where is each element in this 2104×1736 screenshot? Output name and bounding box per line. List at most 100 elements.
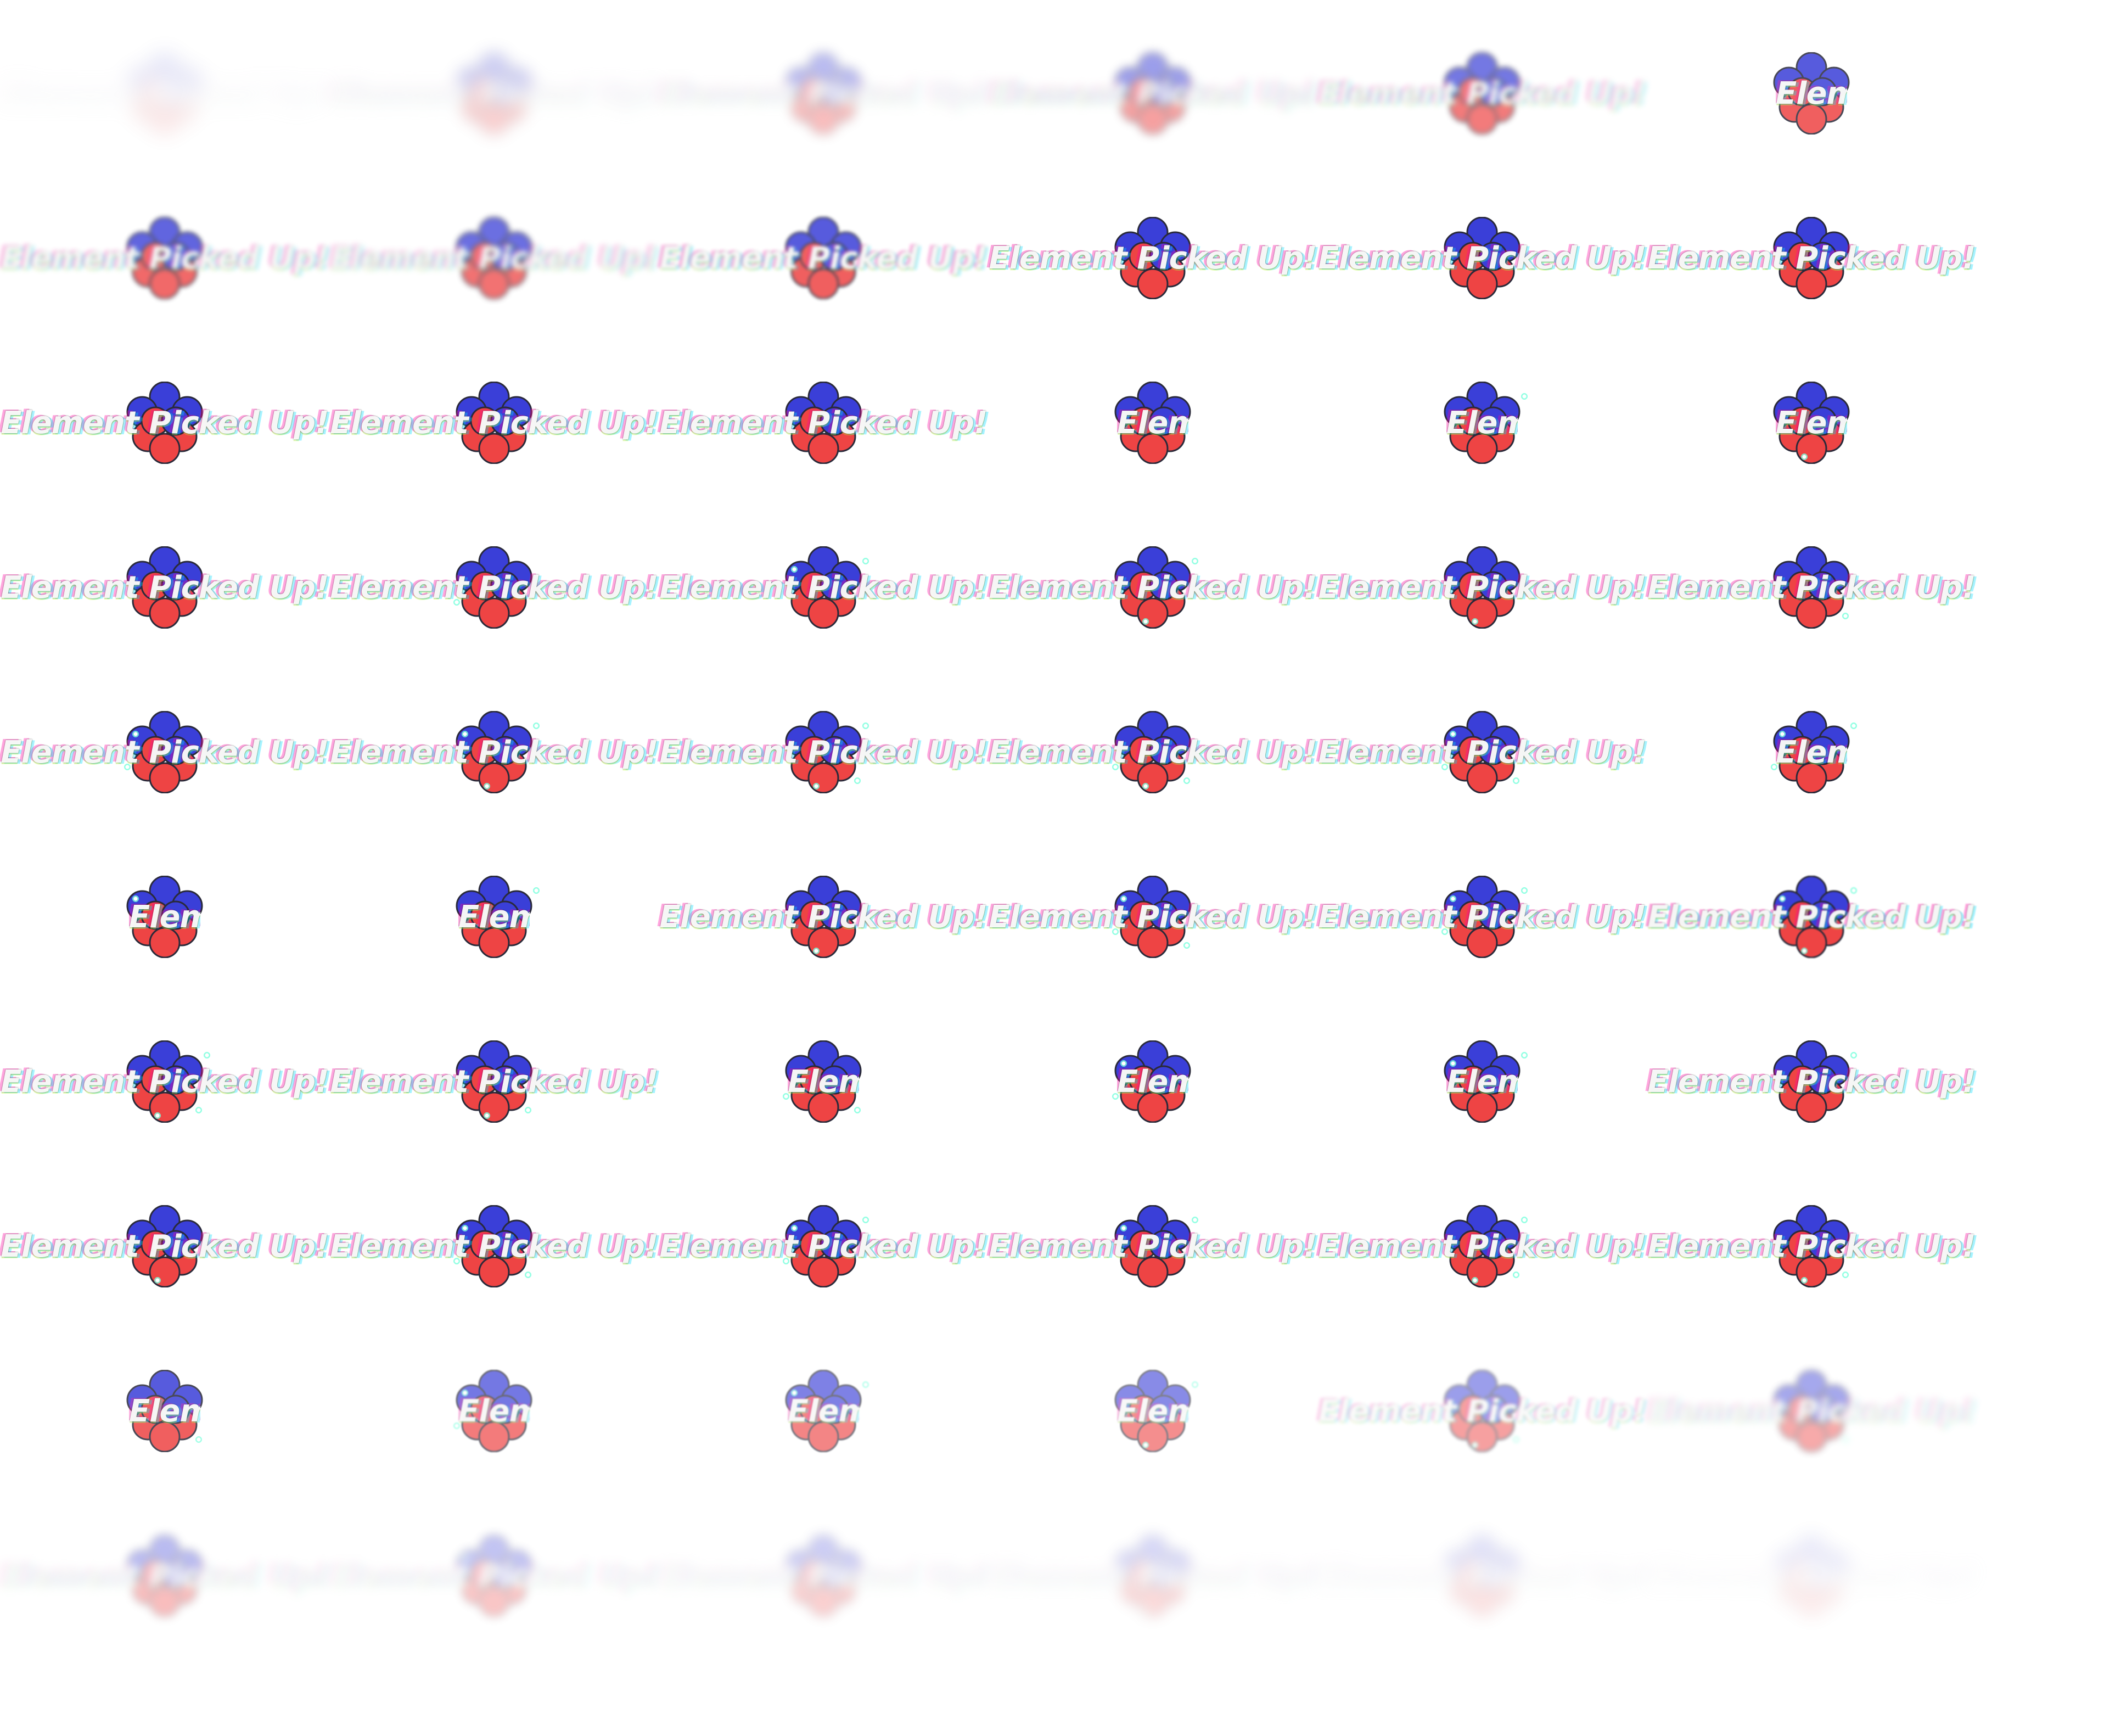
- sprite-frame: Element Picked Up!Element Picked Up!Elem…: [0, 835, 329, 999]
- sprite-frame: Element Picked Up!Element Picked Up!Elem…: [327, 999, 661, 1164]
- sparkle-icon: [1471, 1441, 1479, 1449]
- picked-up-label: Element Picked Up!Element Picked Up!Elem…: [0, 239, 332, 278]
- sparkle-icon: [1471, 618, 1479, 625]
- picked-up-label: Element Picked Up!Element Picked Up!Elem…: [1315, 1556, 1649, 1595]
- sparkle-icon: [524, 1106, 532, 1114]
- picked-up-label: Element Picked Up!Element Picked Up!Elem…: [1776, 734, 1847, 770]
- sprite-frame: Element Picked Up!Element Picked Up!Elem…: [329, 835, 659, 999]
- picked-up-label: Element Picked Up!Element Picked Up!Elem…: [657, 733, 990, 772]
- sparkle-icon: [1842, 1271, 1849, 1279]
- sprite-frame: Element Picked Up!Element Picked Up!Elem…: [986, 11, 1320, 176]
- picked-up-label: Element Picked Up!Element Picked Up!Elem…: [327, 404, 661, 443]
- sprite-frame: Element Picked Up!Element Picked Up!Elem…: [1647, 1493, 1976, 1658]
- sparkle-icon: [1521, 1216, 1528, 1224]
- sprite-frame: Element Picked Up!Element Picked Up!Elem…: [986, 505, 1320, 670]
- sprite-frame: Element Picked Up!Element Picked Up!Elem…: [1315, 505, 1649, 670]
- picked-up-label: Element Picked Up!Element Picked Up!Elem…: [1315, 74, 1649, 113]
- sprite-frame: Element Picked Up!Element Picked Up!Elem…: [1645, 1164, 1979, 1329]
- picked-up-label: Element Picked Up!Element Picked Up!Elem…: [327, 1556, 661, 1595]
- sprite-frame: Element Picked Up!Element Picked Up!Elem…: [1317, 340, 1647, 505]
- picked-up-label: Element Picked Up!Element Picked Up!Elem…: [1645, 239, 1978, 278]
- picked-up-label: Element Picked Up!Element Picked Up!Elem…: [0, 733, 332, 772]
- sparkle-icon: [483, 782, 491, 790]
- picked-up-label: Element Picked Up!Element Picked Up!Elem…: [0, 1227, 332, 1266]
- sprite-frame: Element Picked Up!Element Picked Up!Elem…: [0, 340, 332, 505]
- sparkle-icon: [1191, 557, 1199, 565]
- sparkle-icon: [154, 1276, 161, 1284]
- sprite-frame: Element Picked Up!Element Picked Up!Elem…: [1645, 176, 1979, 340]
- sparkle-icon: [1142, 1606, 1149, 1614]
- sprite-frame: Element Picked Up!Element Picked Up!Elem…: [1315, 670, 1649, 835]
- sprite-frame: Element Picked Up!Element Picked Up!Elem…: [327, 1493, 661, 1658]
- sparkle-icon: [1471, 1276, 1479, 1284]
- picked-up-label: Element Picked Up!Element Picked Up!Elem…: [1315, 568, 1649, 607]
- sprite-frame: Element Picked Up!Element Picked Up!Elem…: [1315, 11, 1649, 176]
- picked-up-label: Element Picked Up!Element Picked Up!Elem…: [458, 899, 530, 935]
- sprite-frame: Element Picked Up!Element Picked Up!Elem…: [0, 1493, 332, 1658]
- picked-up-label: Element Picked Up!Element Picked Up!Elem…: [1315, 733, 1649, 772]
- picked-up-label: Element Picked Up!Element Picked Up!Elem…: [788, 1063, 859, 1100]
- sparkle-icon: [1183, 942, 1191, 949]
- picked-up-label: Element Picked Up!Element Picked Up!Elem…: [986, 733, 1320, 772]
- sprite-frame: Element Picked Up!Element Picked Up!Elem…: [0, 11, 332, 176]
- sprite-frame: Element Picked Up!Element Picked Up!Elem…: [657, 505, 991, 670]
- sparkle-icon: [195, 1106, 203, 1114]
- picked-up-label: Element Picked Up!Element Picked Up!Elem…: [1645, 1556, 1978, 1595]
- picked-up-label: Element Picked Up!Element Picked Up!Elem…: [657, 404, 990, 443]
- sprite-frame: Element Picked Up!Element Picked Up!Elem…: [1647, 11, 1976, 176]
- picked-up-label: Element Picked Up!Element Picked Up!Elem…: [986, 568, 1320, 607]
- picked-up-label: Element Picked Up!Element Picked Up!Elem…: [657, 1227, 990, 1266]
- sparkle-icon: [1521, 393, 1528, 400]
- picked-up-label: Element Picked Up!Element Picked Up!Elem…: [1446, 1063, 1518, 1100]
- picked-up-label: Element Picked Up!Element Picked Up!Elem…: [1776, 405, 1847, 441]
- sprite-frame: Element Picked Up!Element Picked Up!Elem…: [1315, 176, 1649, 340]
- sparkle-icon: [1191, 1381, 1199, 1388]
- sparkle-icon: [1191, 1216, 1199, 1224]
- sprite-frame: Element Picked Up!Element Picked Up!Elem…: [327, 340, 661, 505]
- picked-up-label: Element Picked Up!Element Picked Up!Elem…: [986, 898, 1320, 937]
- picked-up-label: Element Picked Up!Element Picked Up!Elem…: [1117, 405, 1188, 441]
- sparkle-icon: [854, 1106, 861, 1114]
- picked-up-label: Element Picked Up!Element Picked Up!Elem…: [657, 898, 990, 937]
- sparkle-icon: [1512, 777, 1520, 785]
- sprite-frame: Element Picked Up!Element Picked Up!Elem…: [657, 1164, 991, 1329]
- sparkle-icon: [812, 782, 820, 790]
- picked-up-label: Element Picked Up!Element Picked Up!Elem…: [1645, 1392, 1978, 1431]
- sparkle-icon: [532, 722, 540, 730]
- sprite-frame: Element Picked Up!Element Picked Up!Elem…: [986, 1164, 1320, 1329]
- picked-up-label: Element Picked Up!Element Picked Up!Elem…: [129, 1393, 200, 1429]
- sparkle-icon: [1800, 453, 1808, 461]
- sprite-frame: Element Picked Up!Element Picked Up!Elem…: [1317, 999, 1647, 1164]
- picked-up-label: Element Picked Up!Element Picked Up!Elem…: [1315, 239, 1649, 278]
- sprite-frame: Element Picked Up!Element Picked Up!Elem…: [657, 176, 991, 340]
- picked-up-label: Element Picked Up!Element Picked Up!Elem…: [657, 239, 990, 278]
- picked-up-label: Element Picked Up!Element Picked Up!Elem…: [1645, 568, 1978, 607]
- sprite-frame: Element Picked Up!Element Picked Up!Elem…: [327, 176, 661, 340]
- picked-up-label: Element Picked Up!Element Picked Up!Elem…: [327, 1062, 661, 1101]
- picked-up-label: Element Picked Up!Element Picked Up!Elem…: [1645, 1227, 1978, 1266]
- sprite-frame: Element Picked Up!Element Picked Up!Elem…: [0, 1164, 332, 1329]
- sparkle-icon: [1512, 1436, 1520, 1443]
- sprite-frame: Element Picked Up!Element Picked Up!Elem…: [1315, 1164, 1649, 1329]
- sparkle-icon: [1512, 1271, 1520, 1279]
- sprite-frame: Element Picked Up!Element Picked Up!Elem…: [1647, 340, 1976, 505]
- sparkle-icon: [1521, 887, 1528, 894]
- sprite-frame: Element Picked Up!Element Picked Up!Elem…: [657, 1493, 991, 1658]
- sprite-frame: Element Picked Up!Element Picked Up!Elem…: [0, 1329, 329, 1493]
- picked-up-label: Element Picked Up!Element Picked Up!Elem…: [1315, 1227, 1649, 1266]
- picked-up-label: Element Picked Up!Element Picked Up!Elem…: [986, 74, 1320, 113]
- sparkle-icon: [1850, 722, 1858, 730]
- sparkle-icon: [524, 1271, 532, 1279]
- picked-up-label: Element Picked Up!Element Picked Up!Elem…: [327, 568, 661, 607]
- sprite-frame: Element Picked Up!Element Picked Up!Elem…: [988, 1329, 1317, 1493]
- sparkle-icon: [1800, 947, 1808, 955]
- sparkle-icon: [1850, 887, 1858, 894]
- sprite-frame: Element Picked Up!Element Picked Up!Elem…: [659, 999, 988, 1164]
- sprite-frame: Element Picked Up!Element Picked Up!Elem…: [1645, 835, 1979, 999]
- sprite-frame: Element Picked Up!Element Picked Up!Elem…: [986, 1493, 1320, 1658]
- picked-up-label: Element Picked Up!Element Picked Up!Elem…: [788, 1393, 859, 1429]
- picked-up-label: Element Picked Up!Element Picked Up!Elem…: [1315, 1392, 1649, 1431]
- sprite-frame: Element Picked Up!Element Picked Up!Elem…: [986, 835, 1320, 999]
- sparkle-icon: [862, 1381, 869, 1388]
- sprite-frame: Element Picked Up!Element Picked Up!Elem…: [657, 340, 991, 505]
